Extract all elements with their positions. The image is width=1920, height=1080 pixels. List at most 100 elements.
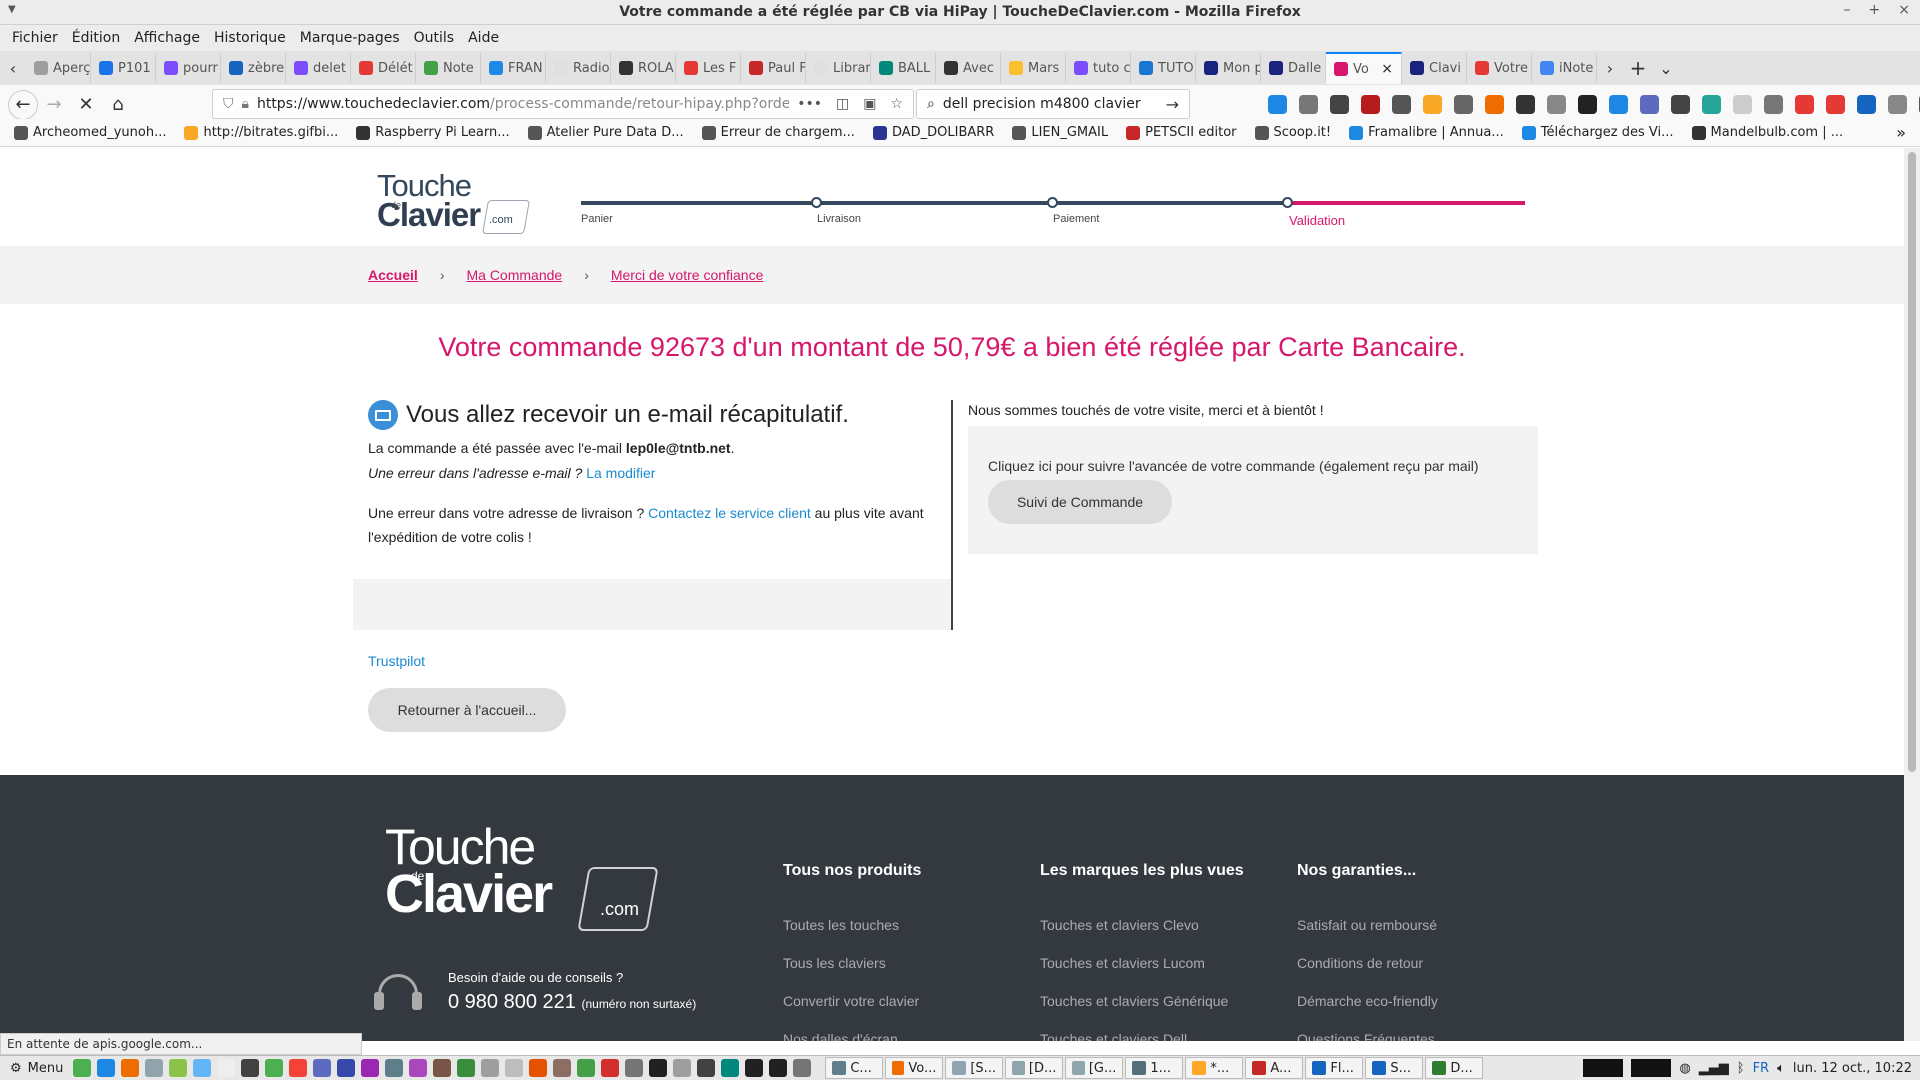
launcher-app-icon[interactable]	[625, 1059, 644, 1077]
sidebar-icon[interactable]	[1454, 95, 1473, 114]
bookmark-item[interactable]: Mandelbulb.com | ...	[1691, 125, 1843, 140]
bookmarks-overflow-icon[interactable]: »	[1896, 123, 1906, 142]
launcher-app-icon[interactable]	[601, 1059, 620, 1077]
menu-affichage[interactable]: Affichage	[130, 30, 210, 46]
page-scrollbar[interactable]	[1904, 148, 1920, 1041]
launcher-app-icon[interactable]	[145, 1059, 164, 1077]
footer-link[interactable]: Tous les claviers	[783, 944, 921, 982]
launcher-app-icon[interactable]	[433, 1059, 452, 1077]
home-icon[interactable]: ⌂	[102, 89, 134, 121]
bluetooth-icon[interactable]: ᛒ	[1737, 1061, 1745, 1076]
footer-link[interactable]: Nos dalles d'écran	[783, 1020, 921, 1041]
launcher-app-icon[interactable]	[241, 1059, 260, 1077]
new-tab-icon[interactable]: +	[1623, 56, 1653, 80]
clock[interactable]: lun. 12 oct., 10:22	[1793, 1061, 1912, 1076]
search-go-icon[interactable]: →	[1166, 95, 1179, 114]
browser-tab[interactable]: Dalle	[1261, 53, 1326, 83]
taskbar-window-button[interactable]: D...	[1425, 1057, 1484, 1079]
url-text[interactable]: https://www.touchedeclavier.com/process-…	[257, 96, 789, 112]
launcher-app-icon[interactable]	[289, 1059, 308, 1077]
tracking-shield-icon[interactable]: ⛉	[223, 96, 234, 112]
menu-edition[interactable]: Édition	[68, 30, 130, 46]
library-icon[interactable]	[1299, 95, 1318, 114]
extension-diamond-icon[interactable]	[1609, 95, 1628, 114]
taskbar-window-button[interactable]: C...	[825, 1057, 884, 1079]
footer-link[interactable]: Touches et claviers Générique	[1040, 982, 1244, 1020]
browser-tab[interactable]: Vo ×	[1326, 52, 1402, 84]
signal-icon[interactable]: ▂▄▆	[1699, 1061, 1729, 1076]
browser-tab[interactable]: Délét	[351, 53, 416, 83]
browser-tab[interactable]: iNote	[1532, 53, 1597, 83]
bookmark-item[interactable]: Scoop.it!	[1254, 125, 1331, 140]
order-tracking-button[interactable]: Suivi de Commande	[988, 480, 1172, 524]
breadcrumb-accueil[interactable]: Accueil	[368, 267, 418, 283]
taskbar-window-button[interactable]: [D...	[1005, 1057, 1064, 1079]
extension-gear-icon[interactable]	[1640, 95, 1659, 114]
footer-link[interactable]: Touches et claviers Dell	[1040, 1020, 1244, 1041]
browser-tab[interactable]: ROLA	[611, 53, 676, 83]
browser-tab[interactable]: Clavi	[1402, 53, 1467, 83]
window-menu-icon[interactable]: ▼	[8, 4, 16, 15]
breadcrumb-merci[interactable]: Merci de votre confiance	[611, 267, 764, 283]
taskbar-window-button[interactable]: [G...	[1065, 1057, 1124, 1079]
menu-fichier[interactable]: Fichier	[8, 30, 68, 46]
contact-service-link[interactable]: Contactez le service client	[648, 505, 811, 521]
menu-historique[interactable]: Historique	[210, 30, 296, 46]
extension-camera-icon[interactable]	[1547, 95, 1566, 114]
browser-tab[interactable]: Library o	[806, 53, 871, 83]
browser-tab[interactable]: delet	[286, 53, 351, 83]
browser-tab[interactable]: Avec	[936, 53, 1001, 83]
browser-tab[interactable]: Votre	[1467, 53, 1532, 83]
bookmark-item[interactable]: Erreur de chargem...	[701, 125, 855, 140]
url-bar[interactable]: ⛉ 🔒︎ https://www.touchedeclavier.com/pro…	[212, 89, 914, 119]
launcher-app-icon[interactable]	[553, 1059, 572, 1077]
launcher-app-icon[interactable]	[769, 1059, 788, 1077]
browser-tab[interactable]: Radio All	[546, 53, 611, 83]
ublock-icon[interactable]	[1361, 95, 1380, 114]
footer-link[interactable]: Conditions de retour	[1297, 944, 1438, 982]
launcher-app-icon[interactable]	[385, 1059, 404, 1077]
extension-youtube-icon[interactable]	[1826, 95, 1845, 114]
search-input[interactable]: dell precision m4800 clavier	[943, 96, 1141, 112]
lock-icon[interactable]: 🔒︎	[242, 96, 249, 112]
launcher-app-icon[interactable]	[193, 1059, 212, 1077]
browser-tab[interactable]: tuto c	[1066, 53, 1131, 83]
menu-outils[interactable]: Outils	[410, 30, 464, 46]
stop-loading-icon[interactable]: ✕	[70, 89, 102, 121]
taskbar-window-button[interactable]: Vo...	[885, 1057, 944, 1079]
tab-list-icon[interactable]: ⌄	[1653, 59, 1679, 78]
browser-tab[interactable]: Note	[416, 53, 481, 83]
shield-icon[interactable]: ◍	[1679, 1061, 1690, 1076]
menu-aide[interactable]: Aide	[464, 30, 509, 46]
bookmark-star-icon[interactable]: ☆	[890, 96, 903, 112]
footer-link[interactable]: Démarche eco-friendly	[1297, 982, 1438, 1020]
bookmark-item[interactable]: Archeomed_yunoh...	[14, 125, 166, 140]
taskbar-window-button[interactable]: [S...	[945, 1057, 1004, 1079]
download-icon[interactable]	[1268, 95, 1287, 114]
footer-link[interactable]: Touches et claviers Lucom	[1040, 944, 1244, 982]
launcher-app-icon[interactable]	[337, 1059, 356, 1077]
launcher-app-icon[interactable]	[217, 1059, 236, 1077]
footer-logo[interactable]: Touche de Clavier .com	[385, 822, 659, 931]
extension-save-icon[interactable]	[1702, 95, 1721, 114]
tabs-scroll-right-icon[interactable]: ›	[1597, 59, 1623, 78]
launcher-app-icon[interactable]	[121, 1059, 140, 1077]
menu-marque-pages[interactable]: Marque-pages	[296, 30, 410, 46]
bookmark-item[interactable]: Raspberry Pi Learn...	[356, 125, 510, 140]
extension-floppy-icon[interactable]	[1578, 95, 1597, 114]
browser-tab[interactable]: Mon p	[1196, 53, 1261, 83]
footer-link[interactable]: Satisfait ou remboursé	[1297, 906, 1438, 944]
launcher-app-icon[interactable]	[649, 1059, 668, 1077]
taskbar-window-button[interactable]: Fl...	[1305, 1057, 1364, 1079]
extension-pen-icon[interactable]	[1733, 95, 1752, 114]
footer-link[interactable]: Questions Fréquentes	[1297, 1020, 1438, 1041]
launcher-app-icon[interactable]	[529, 1059, 548, 1077]
bookmark-item[interactable]: http://bitrates.gifbi...	[184, 125, 338, 140]
taskbar-window-button[interactable]: *...	[1185, 1057, 1244, 1079]
browser-tab[interactable]: Paul F	[741, 53, 806, 83]
extension-v-icon[interactable]	[1857, 95, 1876, 114]
back-icon[interactable]: ←	[8, 89, 38, 120]
launcher-app-icon[interactable]	[73, 1059, 92, 1077]
extension-video-icon[interactable]	[1795, 95, 1814, 114]
launcher-app-icon[interactable]	[505, 1059, 524, 1077]
